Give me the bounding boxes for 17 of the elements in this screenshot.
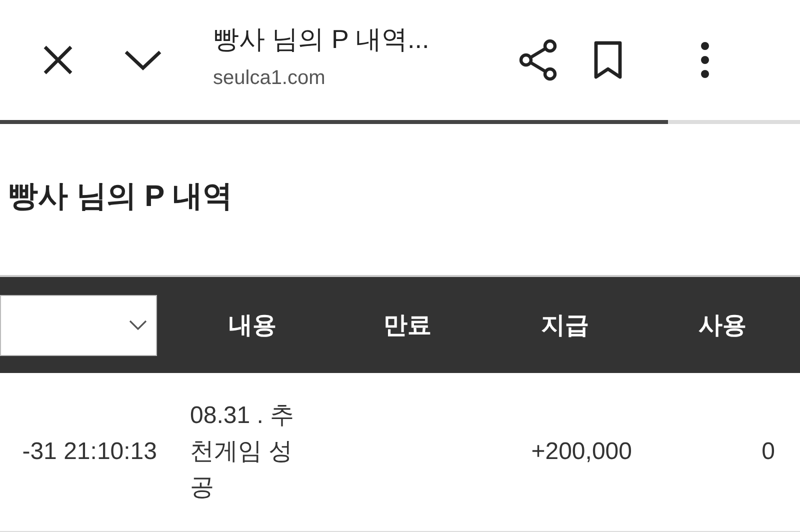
close-button[interactable] bbox=[41, 43, 75, 77]
page-title: 빵사 님의 P 내역... bbox=[213, 23, 430, 56]
column-header: 만료 bbox=[382, 311, 432, 341]
share-button[interactable] bbox=[518, 38, 558, 82]
page-url: seulca1.com bbox=[213, 67, 326, 90]
column-header: 사용 bbox=[698, 311, 748, 341]
more-button[interactable] bbox=[700, 42, 710, 78]
table-cell: 0 bbox=[762, 438, 775, 465]
column-header: 지급 bbox=[540, 311, 590, 341]
table-cell: -31 21:10:13 bbox=[22, 438, 157, 465]
page-heading: 빵사 님의 P 내역 bbox=[7, 179, 234, 215]
column-header: 내용 bbox=[228, 311, 278, 341]
chevron-down-icon bbox=[129, 320, 147, 330]
bookmark-button[interactable] bbox=[593, 40, 623, 80]
chevron-down-button[interactable] bbox=[123, 48, 163, 72]
table-cell: +200,000 bbox=[531, 438, 632, 465]
table-cell: 08.31 . 추천게임 성공 bbox=[190, 402, 294, 501]
